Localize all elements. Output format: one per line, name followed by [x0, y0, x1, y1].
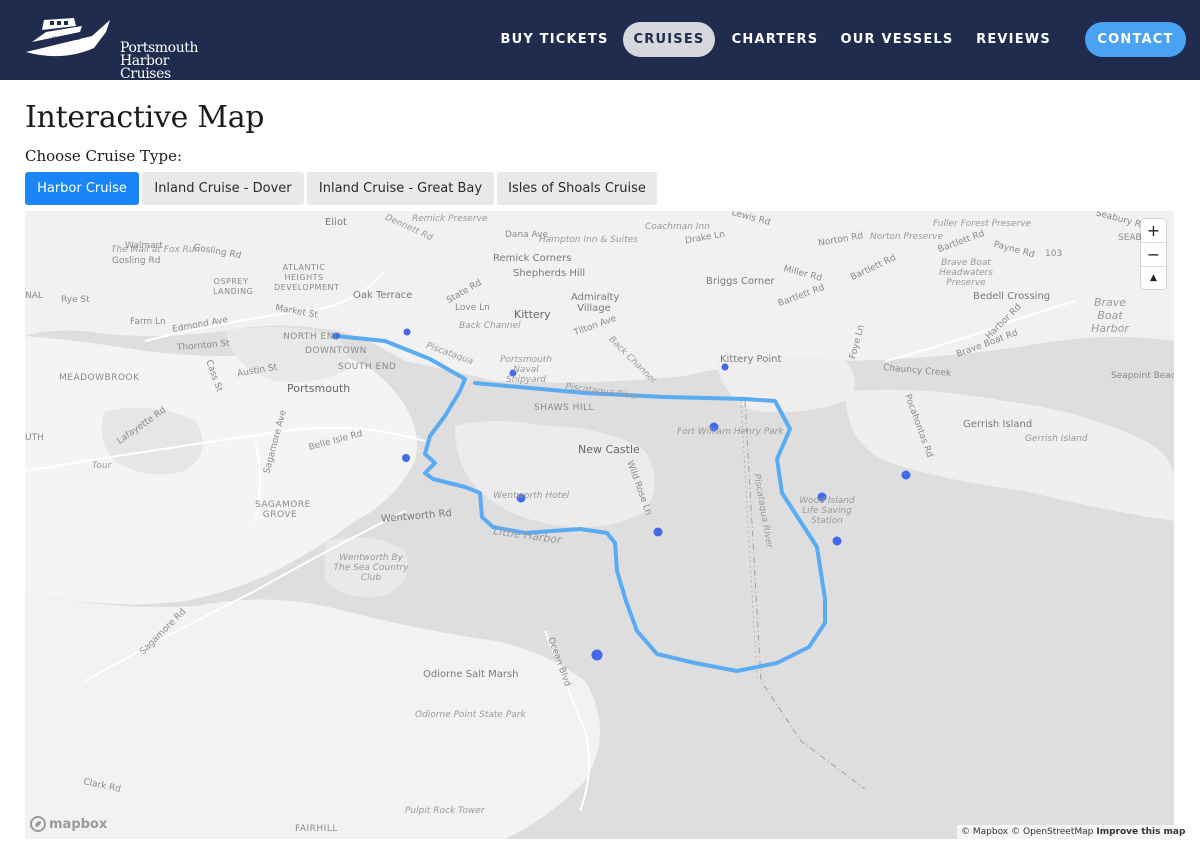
nav-our-vessels[interactable]: OUR VESSELS — [839, 22, 955, 57]
map-label: Gosling Rd — [112, 256, 161, 266]
map-label: Rye St — [61, 295, 90, 305]
map-label: Shepherds Hill — [513, 268, 586, 279]
map-stop-marker — [591, 649, 603, 661]
mapbox-icon — [30, 816, 46, 832]
map-label: Coachman Inn — [645, 222, 710, 232]
map-stop-marker — [403, 328, 411, 336]
map-zoom-controls: + − ▲ — [1141, 219, 1166, 289]
map-label: Admiralty Village — [571, 292, 620, 314]
map-label: Back Channel — [459, 321, 521, 331]
map-label: MEADOWBROOK — [59, 373, 140, 383]
header-bar: HERITAGE Portsmouth Harbor Cruises BUY T… — [0, 0, 1200, 81]
map-attribution: © Mapbox © OpenStreetMap Improve this ma… — [957, 825, 1190, 839]
tab-inland-cruise-great-bay[interactable]: Inland Cruise - Great Bay — [307, 172, 494, 205]
map-label: Farm Ln — [130, 317, 166, 327]
zoom-out-button[interactable]: − — [1141, 243, 1166, 266]
brand-name: Portsmouth Harbor Cruises — [120, 41, 199, 82]
map-label: Remick Corners — [493, 253, 572, 264]
map-label: Hampton Inn & Suites — [539, 235, 638, 245]
map-label: Gerrish Island — [1025, 434, 1088, 444]
map-label: Brave Boat Headwaters Preserve — [939, 258, 993, 288]
map-label: Wentworth Hotel — [493, 491, 570, 501]
map-label: Kittery — [514, 308, 551, 321]
map-label: Pulpit Rock Tower — [405, 806, 485, 816]
map-label: DOWNTOWN — [305, 346, 367, 356]
map-label: Portsmouth — [287, 382, 351, 395]
interactive-map[interactable]: Eliot Remick Preserve Dennett Rd Dana Av… — [25, 211, 1174, 839]
map-stop-marker — [832, 536, 842, 546]
map-stop-marker — [901, 470, 911, 480]
map-label: Kittery Point — [720, 354, 782, 365]
map-label: 103 — [1045, 249, 1063, 259]
map-label: Gerrish Island — [963, 419, 1033, 430]
map-label: Portsmouth Naval Shipyard — [499, 355, 553, 385]
attribution-osm-link[interactable]: © OpenStreetMap — [1011, 827, 1093, 837]
map-label: ATLANTIC HEIGHTS DEVELOPMENT — [274, 263, 340, 292]
map-label: Wood Island Life Saving Station — [799, 496, 855, 526]
map-label: New Castle — [578, 443, 640, 456]
tab-harbor-cruise[interactable]: Harbor Cruise — [25, 172, 139, 205]
contact-button[interactable]: CONTACT — [1085, 22, 1186, 57]
logo[interactable]: HERITAGE Portsmouth Harbor Cruises — [22, 12, 199, 81]
attribution-mapbox-link[interactable]: © Mapbox — [961, 827, 1008, 837]
map-label: FAIRHILL — [295, 824, 338, 834]
compass-reset-button[interactable]: ▲ — [1141, 266, 1166, 289]
map-label: The Mall at Fox Run — [111, 245, 201, 255]
map-label: UTH — [25, 433, 44, 443]
nav-charters[interactable]: CHARTERS — [728, 22, 822, 57]
tab-inland-cruise-dover[interactable]: Inland Cruise - Dover — [142, 172, 304, 205]
map-label: Love Ln — [455, 303, 490, 313]
nav-cruises[interactable]: CRUISES — [623, 22, 715, 57]
map-stop-marker — [402, 454, 410, 462]
map-label: Bedell Crossing — [973, 291, 1051, 302]
map-label: Remick Preserve — [412, 214, 488, 224]
boat-logo-icon: HERITAGE — [26, 18, 110, 59]
map-label: Wentworth By The Sea Country Club — [333, 553, 409, 583]
map-label: Eliot — [325, 217, 347, 228]
map-label: Oak Terrace — [353, 290, 413, 301]
brand-name-line2: Harbor Cruises — [120, 53, 171, 82]
mapbox-logo[interactable]: mapbox — [30, 816, 107, 832]
map-label: SHAWS HILL — [534, 403, 595, 413]
nav-reviews[interactable]: REVIEWS — [971, 22, 1056, 57]
map-label: Briggs Corner — [706, 276, 775, 287]
zoom-in-button[interactable]: + — [1141, 219, 1166, 242]
map-label: Brave Boat Harbor — [1091, 296, 1129, 335]
mapbox-logo-text: mapbox — [49, 816, 108, 832]
map-stop-marker — [653, 527, 663, 537]
improve-map-link[interactable]: Improve this map — [1096, 827, 1185, 837]
map-label: SAGAMORE GROVE — [255, 500, 311, 520]
map-label: NORTH END — [283, 332, 342, 342]
map-label: OSPREY LANDING — [213, 277, 254, 296]
map-label: NAL — [25, 291, 43, 301]
map-label: Fuller Forest Preserve — [933, 219, 1032, 229]
map-label: SOUTH END — [338, 362, 397, 372]
map-label: Norton Preserve — [870, 232, 943, 242]
page-title: Interactive Map — [25, 100, 265, 135]
map-label: Fort William Henry Park — [677, 427, 784, 437]
svg-text:HERITAGE: HERITAGE — [52, 36, 80, 42]
map-label: Tour — [92, 461, 112, 471]
choose-cruise-label: Choose Cruise Type: — [25, 147, 183, 165]
nav-buy-tickets[interactable]: BUY TICKETS — [498, 22, 611, 57]
map-label: Odiorne Salt Marsh — [423, 669, 519, 680]
map-label: Seapoint Beach — [1111, 371, 1174, 381]
map-label: Odiorne Point State Park — [415, 710, 526, 720]
tab-isles-of-shoals-cruise[interactable]: Isles of Shoals Cruise — [497, 172, 657, 205]
